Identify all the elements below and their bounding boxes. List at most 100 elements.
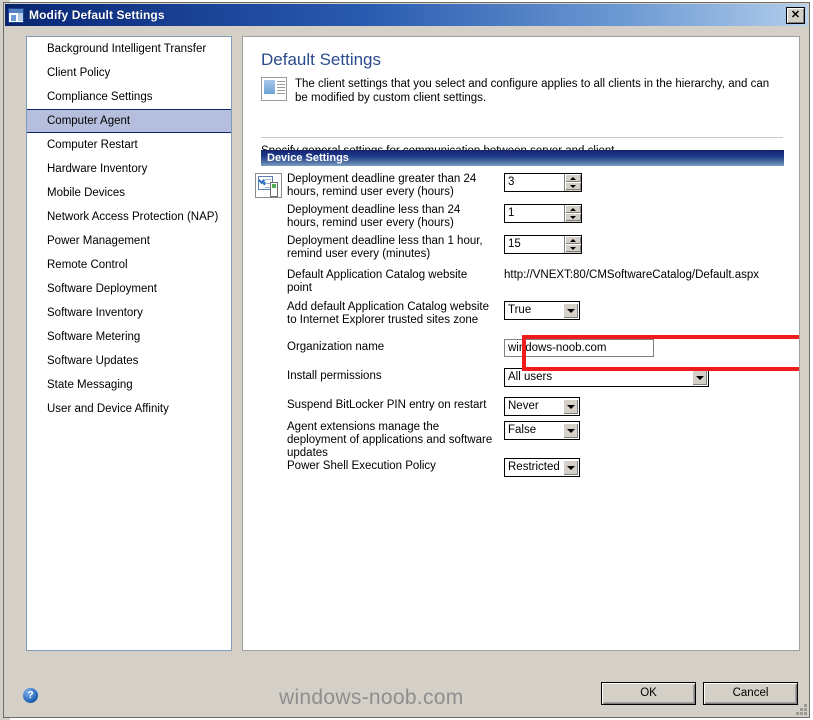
settings-category-list[interactable]: Background Intelligent Transfer Client Po…	[26, 36, 232, 651]
group-header-label: Device Settings	[267, 152, 349, 164]
setting-label: Default Application Catalog website poin…	[287, 269, 468, 294]
close-icon[interactable]: ✕	[786, 7, 805, 24]
sidebar-item-label: Compliance Settings	[47, 91, 153, 103]
setting-label: Deployment deadline less than 1 hour, re…	[287, 235, 483, 260]
sidebar-item-label: Software Metering	[47, 331, 141, 343]
stepper-down-icon[interactable]	[565, 213, 581, 221]
stepper-up-icon[interactable]	[565, 236, 581, 244]
stepper-up-icon[interactable]	[565, 174, 581, 182]
sidebar-item-remote-control[interactable]: Remote Control	[27, 253, 231, 277]
chevron-down-icon[interactable]	[563, 423, 578, 438]
setting-label: Deployment deadline less than 24 hours, …	[287, 204, 461, 229]
ok-button[interactable]: OK	[601, 682, 696, 705]
title-bar[interactable]: Modify Default Settings ✕	[5, 4, 808, 26]
dropdown-select[interactable]: Restricted	[504, 458, 580, 477]
quantity-stepper[interactable]: 15	[504, 235, 582, 254]
sidebar-item-mobile-devices[interactable]: Mobile Devices	[27, 181, 231, 205]
stepper-value: 15	[508, 238, 521, 250]
dropdown-value: Never	[508, 400, 539, 412]
sidebar-item-software-updates[interactable]: Software Updates	[27, 349, 231, 373]
dropdown-value: Restricted	[508, 461, 560, 473]
sidebar-item-software-metering[interactable]: Software Metering	[27, 325, 231, 349]
sidebar-item-label: Remote Control	[47, 259, 128, 271]
sidebar-item-label: Software Updates	[47, 355, 139, 367]
dropdown-value: All users	[508, 371, 553, 383]
sidebar-item-background-intelligent-transfer[interactable]: Background Intelligent Transfer	[27, 37, 231, 61]
sidebar-item-computer-agent[interactable]: Computer Agent	[27, 109, 231, 133]
stepper-value: 3	[508, 176, 515, 188]
setting-row: Default Application Catalog website poin…	[243, 269, 799, 297]
sidebar-item-label: Mobile Devices	[47, 187, 125, 199]
quantity-stepper[interactable]: 1	[504, 204, 582, 223]
page-title: Default Settings	[261, 50, 382, 69]
sidebar-item-software-deployment[interactable]: Software Deployment	[27, 277, 231, 301]
sidebar-item-client-policy[interactable]: Client Policy	[27, 61, 231, 85]
stepper-buttons[interactable]	[564, 174, 581, 191]
chevron-down-icon[interactable]	[563, 399, 578, 414]
dropdown-select[interactable]: Never	[504, 397, 580, 416]
stepper-down-icon[interactable]	[565, 244, 581, 252]
catalog-url-value: http://VNEXT:80/CMSoftwareCatalog/Defaul…	[504, 269, 760, 281]
chevron-down-icon[interactable]	[563, 460, 578, 475]
window-title: Modify Default Settings	[29, 8, 165, 22]
sidebar-item-label: User and Device Affinity	[47, 403, 169, 415]
cancel-button[interactable]: Cancel	[703, 682, 798, 705]
sidebar-item-label: Hardware Inventory	[47, 163, 148, 175]
dropdown-select[interactable]: True	[504, 301, 580, 320]
chevron-down-icon[interactable]	[563, 303, 578, 318]
sidebar-item-label: State Messaging	[47, 379, 133, 391]
sidebar-item-label: Computer Agent	[47, 115, 131, 127]
setting-label: Suspend BitLocker PIN entry on restart	[287, 399, 487, 411]
dropdown-value: True	[508, 304, 532, 316]
quantity-stepper[interactable]: 3	[504, 173, 582, 192]
resize-grip[interactable]	[793, 701, 807, 715]
help-icon[interactable]: ?	[23, 688, 38, 703]
sidebar-item-user-and-device-affinity[interactable]: User and Device Affinity	[27, 397, 231, 421]
sidebar-item-label: Background Intelligent Transfer	[47, 43, 207, 55]
setting-row: Deployment deadline less than 1 hour, re…	[243, 235, 799, 263]
sidebar-item-compliance-settings[interactable]: Compliance Settings	[27, 85, 231, 109]
description-block: The client settings that you select and …	[261, 77, 783, 105]
stepper-buttons[interactable]	[564, 205, 581, 222]
sidebar-item-label: Network Access Protection (NAP)	[47, 211, 219, 223]
stepper-value: 1	[508, 207, 515, 219]
organization-name-field[interactable]: windows-noob.com	[504, 339, 654, 357]
sidebar-item-state-messaging[interactable]: State Messaging	[27, 373, 231, 397]
document-settings-icon	[261, 77, 287, 101]
divider	[261, 137, 783, 138]
sidebar-item-computer-restart[interactable]: Computer Restart	[27, 133, 231, 157]
setting-label: Install permissions	[287, 370, 382, 382]
stepper-buttons[interactable]	[564, 236, 581, 253]
setting-label: Organization name	[287, 341, 385, 353]
chevron-down-icon[interactable]	[692, 370, 707, 385]
sidebar-item-label: Client Policy	[47, 67, 111, 79]
setting-label: Add default Application Catalog website …	[287, 301, 490, 326]
setting-row: Suspend BitLocker PIN entry on restart Ne…	[243, 397, 799, 419]
stepper-down-icon[interactable]	[565, 182, 581, 190]
settings-detail-panel: Default Settings The client settings tha…	[242, 36, 800, 651]
setting-row: Install permissions All users	[243, 368, 799, 390]
setting-row: Deployment deadline greater than 24 hour…	[243, 173, 799, 201]
watermark-text: windows-noob.com	[279, 686, 464, 709]
stepper-up-icon[interactable]	[565, 205, 581, 213]
setting-label: Power Shell Execution Policy	[287, 460, 436, 472]
sidebar-item-label: Power Management	[47, 235, 150, 247]
sidebar-item-label: Software Deployment	[47, 283, 157, 295]
dropdown-select[interactable]: All users	[504, 368, 709, 387]
sidebar-item-software-inventory[interactable]: Software Inventory	[27, 301, 231, 325]
setting-row: Deployment deadline less than 24 hours, …	[243, 204, 799, 232]
setting-row: Power Shell Execution Policy Restricted	[243, 458, 799, 480]
dropdown-select[interactable]: False	[504, 421, 580, 440]
group-header-device-settings: Device Settings	[261, 150, 784, 166]
setting-row: Add default Application Catalog website …	[243, 301, 799, 329]
window-settings-icon	[8, 7, 24, 23]
setting-label: Deployment deadline greater than 24 hour…	[287, 173, 477, 198]
setting-row: Agent extensions manage the deployment o…	[243, 421, 799, 459]
description-text: The client settings that you select and …	[295, 78, 770, 104]
sidebar-item-hardware-inventory[interactable]: Hardware Inventory	[27, 157, 231, 181]
sidebar-item-label: Computer Restart	[47, 139, 138, 151]
sidebar-item-power-management[interactable]: Power Management	[27, 229, 231, 253]
sidebar-item-network-access-protection-nap[interactable]: Network Access Protection (NAP)	[27, 205, 231, 229]
setting-label: Agent extensions manage the deployment o…	[287, 421, 493, 459]
modify-default-settings-dialog: Modify Default Settings ✕ Background Int…	[3, 2, 810, 718]
